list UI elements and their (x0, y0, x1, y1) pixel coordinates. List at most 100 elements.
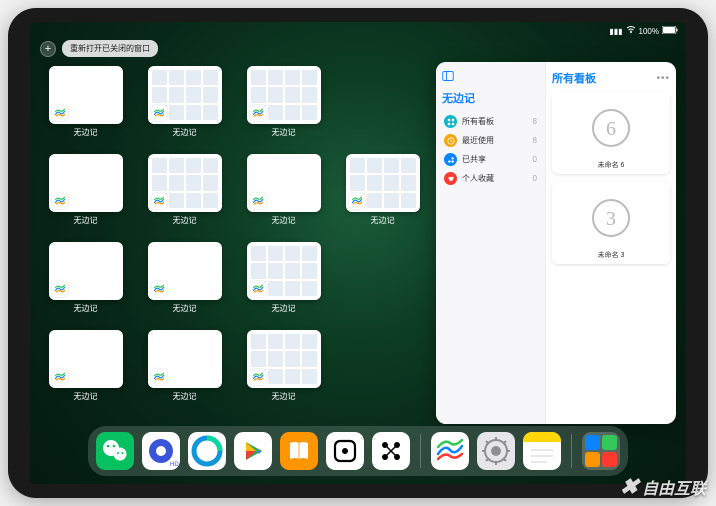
ipad-frame: ▮▮▮ 100% + 重新打开已关闭的窗口 无边记无边记无边记无边记无边记无边记… (8, 8, 708, 498)
sidebar-item-count: 8 (533, 136, 537, 145)
status-bar: ▮▮▮ 100% (30, 22, 686, 38)
window-thumbnail[interactable]: 无边记 (238, 242, 329, 324)
window-thumbnail-preview (247, 330, 321, 388)
board-name: 未命名 6 (598, 160, 625, 170)
window-thumbnail-label: 无边记 (173, 303, 197, 314)
sidebar-item-share[interactable]: 已共享 0 (442, 150, 539, 169)
window-thumbnail[interactable]: 无边记 (238, 66, 329, 148)
window-thumbnail-preview (49, 242, 123, 300)
sidebar-toggle-icon[interactable] (442, 70, 539, 82)
svg-text:HD: HD (170, 462, 179, 468)
freeform-icon (52, 105, 68, 121)
content-area: 无边记无边记无边记无边记无边记无边记无边记无边记无边记无边记无边记无边记无边记 … (40, 62, 676, 424)
window-thumbnail[interactable]: 无边记 (139, 330, 230, 412)
dock-app-quark[interactable]: HD (142, 432, 180, 470)
window-thumbnail-label: 无边记 (173, 127, 197, 138)
window-thumbnail-label: 无边记 (74, 215, 98, 226)
sidebar-item-label: 所有看板 (462, 116, 494, 127)
dock-app-grid-app[interactable] (372, 432, 410, 470)
window-thumbnail-preview (247, 154, 321, 212)
dock-separator (420, 434, 421, 468)
window-thumbnail[interactable]: 无边记 (40, 66, 131, 148)
sidebar-item-grid[interactable]: 所有看板 8 (442, 112, 539, 131)
window-thumbnail-preview (346, 154, 420, 212)
window-thumbnail-preview (148, 66, 222, 124)
wifi-icon (626, 26, 636, 36)
app-expose-grid: 无边记无边记无边记无边记无边记无边记无边记无边记无边记无边记无边记无边记无边记 (40, 62, 428, 424)
dock-app-books[interactable] (280, 432, 318, 470)
window-thumbnail[interactable]: 无边记 (40, 242, 131, 324)
top-controls: + 重新打开已关闭的窗口 (40, 40, 158, 57)
dock: HD (88, 426, 628, 476)
window-thumbnail[interactable]: 无边记 (238, 154, 329, 236)
window-thumbnail[interactable]: 无边记 (238, 330, 329, 412)
window-thumbnail-preview (148, 154, 222, 212)
dock-separator (571, 434, 572, 468)
sidebar-item-heart[interactable]: 个人收藏 0 (442, 169, 539, 188)
freeform-sidebar: 无边记 所有看板8最近使用8已共享0个人收藏0 (436, 62, 546, 424)
window-thumbnail[interactable]: 无边记 (139, 66, 230, 148)
window-thumbnail-label: 无边记 (74, 127, 98, 138)
clock-icon (444, 134, 457, 147)
more-icon[interactable]: ••• (656, 73, 670, 84)
window-thumbnail-label: 无边记 (74, 303, 98, 314)
battery-icon (662, 26, 678, 36)
board-preview: 6 (562, 98, 661, 158)
boards-panel-title: 所有看板 (552, 70, 596, 86)
board-card[interactable]: 6 未命名 6 (552, 92, 670, 174)
freeform-icon (250, 105, 266, 121)
dock-app-qqbrowser[interactable] (188, 432, 226, 470)
window-thumbnail[interactable]: 无边记 (40, 330, 131, 412)
window-thumbnail-preview (247, 66, 321, 124)
freeform-icon (151, 193, 167, 209)
freeform-icon (250, 281, 266, 297)
screen: ▮▮▮ 100% + 重新打开已关闭的窗口 无边记无边记无边记无边记无边记无边记… (30, 22, 686, 484)
freeform-app-preview[interactable]: 无边记 所有看板8最近使用8已共享0个人收藏0 所有看板 ••• 6未命名 63… (436, 62, 676, 424)
signal-icon: ▮▮▮ (609, 27, 622, 36)
sidebar-item-count: 0 (533, 155, 537, 164)
dock-app-wechat[interactable] (96, 432, 134, 470)
window-thumbnail[interactable]: 无边记 (139, 242, 230, 324)
freeform-icon (349, 193, 365, 209)
window-thumbnail-label: 无边记 (272, 391, 296, 402)
battery-text: 100% (639, 27, 659, 36)
window-thumbnail-preview (49, 66, 123, 124)
add-window-button[interactable]: + (40, 41, 56, 57)
freeform-icon (52, 193, 68, 209)
dock-app-library[interactable] (582, 432, 620, 470)
sidebar-item-count: 0 (533, 174, 537, 183)
freeform-icon (250, 193, 266, 209)
dock-app-dice[interactable] (326, 432, 364, 470)
dock-app-notes[interactable] (523, 432, 561, 470)
window-thumbnail-label: 无边记 (272, 303, 296, 314)
board-preview: 3 (562, 188, 661, 248)
board-card[interactable]: 3未命名 3 (552, 182, 670, 264)
sidebar-title: 无边记 (442, 90, 539, 106)
window-thumbnail[interactable]: 无边记 (139, 154, 230, 236)
dock-app-play[interactable] (234, 432, 272, 470)
freeform-icon (52, 369, 68, 385)
window-thumbnail-preview (148, 330, 222, 388)
dock-app-settings[interactable] (477, 432, 515, 470)
window-thumbnail-label: 无边记 (74, 391, 98, 402)
share-icon (444, 153, 457, 166)
window-thumbnail-label: 无边记 (173, 391, 197, 402)
sidebar-item-clock[interactable]: 最近使用8 (442, 131, 539, 150)
sidebar-item-count: 8 (533, 117, 537, 126)
window-thumbnail-preview (49, 330, 123, 388)
window-thumbnail-preview (49, 154, 123, 212)
sidebar-item-label: 个人收藏 (462, 173, 494, 184)
dock-app-freeform[interactable] (431, 432, 469, 470)
freeform-icon (151, 105, 167, 121)
sidebar-item-label: 已共享 (462, 154, 486, 165)
heart-icon (444, 172, 457, 185)
freeform-icon (151, 369, 167, 385)
window-thumbnail-label: 无边记 (173, 215, 197, 226)
freeform-icon (151, 281, 167, 297)
freeform-icon (250, 369, 266, 385)
reopen-closed-window-button[interactable]: 重新打开已关闭的窗口 (62, 40, 158, 57)
window-thumbnail[interactable]: 无边记 (40, 154, 131, 236)
window-thumbnail[interactable]: 无边记 (337, 154, 428, 236)
svg-text:3: 3 (606, 208, 616, 230)
window-thumbnail-label: 无边记 (371, 215, 395, 226)
